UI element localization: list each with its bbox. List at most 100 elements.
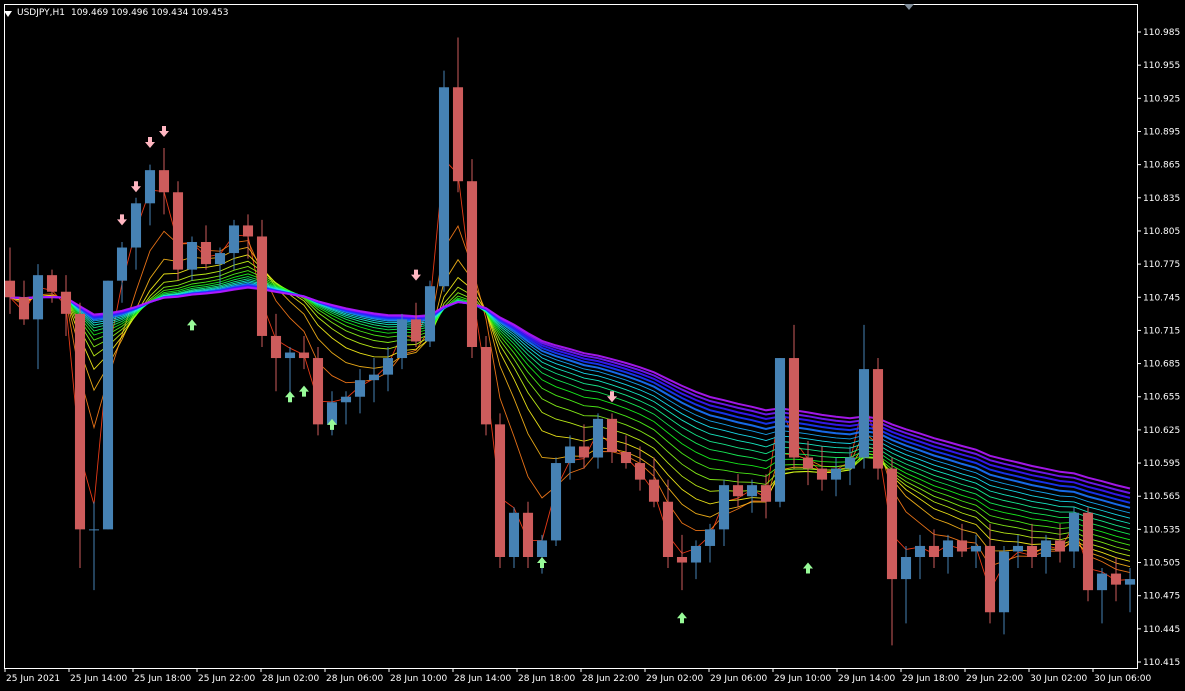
scroll-shift-marker-icon[interactable] [904, 4, 914, 10]
candle-body [998, 551, 1010, 613]
plot-frame [4, 4, 1138, 669]
x-tick-label: 29 Jun 22:00 [966, 674, 1023, 684]
candle-body [410, 319, 422, 342]
candle-body [858, 369, 870, 458]
buy-arrow-icon [187, 319, 197, 331]
x-tick-label: 30 Jun 06:00 [1094, 674, 1151, 684]
x-tick-label: 25 Jun 2021 [6, 674, 60, 684]
candle-body [830, 468, 842, 480]
y-tick-label: 110.715 [1143, 326, 1180, 336]
candle-body [46, 275, 58, 292]
candle-body [676, 557, 688, 563]
candle-body [1096, 573, 1108, 591]
candle-body [956, 540, 968, 552]
candle-body [536, 540, 548, 557]
candle-body [508, 512, 520, 557]
y-tick-label: 110.625 [1143, 426, 1180, 436]
candle-body [844, 457, 856, 469]
candle-body [662, 501, 674, 557]
candle-body [1054, 540, 1066, 552]
candle-body [718, 485, 730, 530]
sell-arrow-icon [131, 181, 141, 193]
candle-body [690, 545, 702, 563]
candle-body [354, 380, 366, 397]
y-tick-label: 110.775 [1143, 260, 1180, 270]
y-tick-label: 110.595 [1143, 459, 1180, 469]
candle-body [788, 358, 800, 458]
candle-body [438, 87, 450, 287]
candle-body [816, 468, 828, 480]
sell-arrow-icon [117, 214, 127, 226]
price-axis: 110.985 110.955 110.925 110.895 110.865 110.8… [1137, 28, 1180, 668]
candle-body [284, 352, 296, 359]
time-axis: 25 Jun 2021 25 Jun 14:00 25 Jun 18:00 25 Ju… [4, 668, 1151, 684]
candle-body [648, 479, 660, 502]
ma-ribbon-line [9, 278, 1131, 530]
y-tick-label: 110.415 [1143, 658, 1180, 668]
y-tick-label: 110.685 [1143, 360, 1180, 370]
candle-body [872, 369, 884, 469]
candle-body [1110, 573, 1122, 585]
candle-body [424, 286, 436, 342]
x-tick-label: 28 Jun 18:00 [518, 674, 575, 684]
candle-body [1082, 512, 1094, 591]
y-tick-label: 110.475 [1143, 592, 1180, 602]
sell-arrow-icon [159, 126, 169, 137]
candle-body [452, 87, 464, 182]
candle-body [522, 512, 534, 557]
y-tick-label: 110.895 [1143, 127, 1180, 137]
x-tick-label: 25 Jun 18:00 [134, 674, 191, 684]
candle-body [116, 247, 128, 281]
candle-body [228, 225, 240, 254]
price-chart[interactable]: 110.985 110.955 110.925 110.895 110.865 110.8… [0, 0, 1185, 691]
candle-body [1124, 579, 1136, 585]
chart-header: USDJPY,H1 109.469 109.496 109.434 109.45… [4, 6, 228, 20]
ma-ribbon-line [9, 254, 1131, 562]
candle-body [74, 313, 86, 530]
y-tick-label: 110.655 [1143, 393, 1180, 403]
candle-body [130, 203, 142, 248]
x-tick-label: 29 Jun 18:00 [902, 674, 959, 684]
y-tick-label: 110.955 [1143, 61, 1180, 71]
candle-body [298, 352, 310, 359]
x-tick-label: 28 Jun 10:00 [390, 674, 447, 684]
candle-body [494, 424, 506, 557]
candle-body [88, 529, 100, 531]
signal-arrows-layer [117, 126, 813, 624]
buy-arrow-icon [285, 391, 295, 403]
candle-body [578, 446, 590, 458]
buy-arrow-icon [537, 557, 547, 568]
candle-body [396, 319, 408, 359]
candle-body [1026, 545, 1038, 557]
dropdown-triangle-icon[interactable] [4, 10, 12, 17]
x-tick-label: 25 Jun 22:00 [198, 674, 255, 684]
chart-canvas[interactable]: 110.985 110.955 110.925 110.895 110.865 110.8… [0, 0, 1185, 691]
x-tick-label: 28 Jun 06:00 [326, 674, 383, 684]
candle-body [256, 236, 268, 336]
ma-ribbon-line [9, 266, 1131, 552]
buy-arrow-icon [677, 612, 687, 624]
candle-body [634, 463, 646, 480]
y-tick-label: 110.565 [1143, 492, 1180, 502]
candle-body [592, 418, 604, 458]
candle-body [1012, 545, 1024, 552]
candle-body [144, 170, 156, 204]
sell-arrow-icon [145, 137, 155, 149]
candle-body [774, 358, 786, 502]
x-tick-label: 29 Jun 14:00 [838, 674, 895, 684]
candle-body [382, 358, 394, 375]
buy-arrow-icon [299, 385, 309, 397]
candle-body [340, 396, 352, 403]
candle-body [32, 275, 44, 320]
candle-body [480, 347, 492, 425]
ohlc-values: 109.469 109.496 109.434 109.453 [70, 8, 229, 18]
candle-body [158, 170, 170, 193]
candle-body [102, 280, 114, 530]
symbol-label: USDJPY,H1 [17, 8, 65, 18]
sell-arrow-icon [607, 391, 617, 403]
candle-body [746, 485, 758, 497]
candle-body [172, 192, 184, 270]
candle-body [914, 545, 926, 557]
candle-body [466, 181, 478, 347]
candle-body [732, 485, 744, 497]
